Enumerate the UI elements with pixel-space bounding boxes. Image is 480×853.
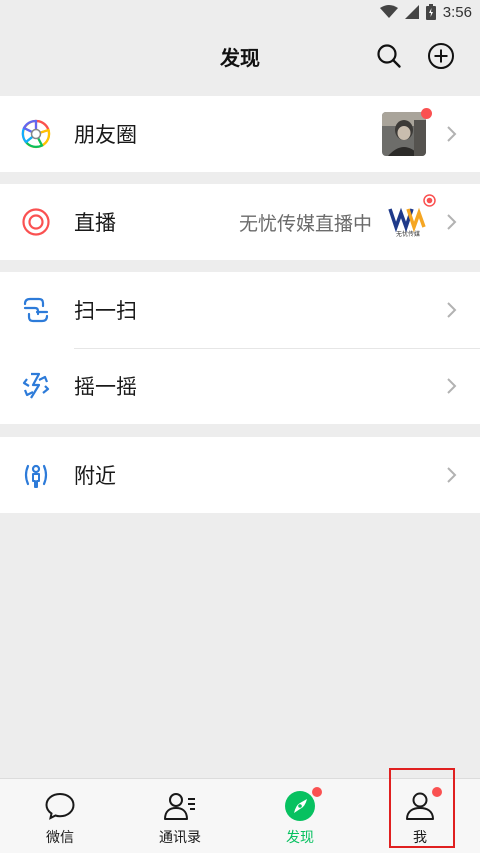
chevron-right-icon [447, 302, 457, 318]
tab-label: 通讯录 [159, 830, 201, 846]
nearby-label: 附近 [74, 464, 116, 488]
chevron-right-icon [447, 378, 457, 394]
chevron-right-icon [447, 467, 457, 483]
wifi-icon [379, 5, 398, 18]
tab-discover[interactable]: 发现 [240, 779, 360, 853]
scan-icon [20, 294, 52, 326]
chevron-right-icon [447, 126, 457, 142]
battery-icon [425, 4, 436, 20]
moments-item[interactable]: 朋友圈 [0, 96, 480, 172]
group-moments: 朋友圈 [0, 96, 480, 172]
group-live: 直播 无忧传媒直播中 无忧传媒 [0, 184, 480, 260]
row-divider [74, 348, 480, 349]
search-icon [377, 44, 401, 68]
status-bar: 3:56 [0, 0, 480, 24]
scan-label: 扫一扫 [74, 299, 137, 323]
tab-label: 发现 [286, 830, 314, 846]
group-nearby: 附近 [0, 437, 480, 513]
live-channel-logo: 无忧传媒 [388, 205, 428, 239]
live-icon [20, 206, 52, 238]
discover-new-dot [312, 787, 322, 797]
shake-label: 摇一摇 [74, 375, 137, 399]
moments-avatar-thumbnail [382, 112, 426, 156]
status-time: 3:56 [442, 3, 472, 21]
tab-label: 微信 [46, 830, 74, 846]
tab-contacts[interactable]: 通讯录 [120, 779, 240, 853]
moments-label: 朋友圈 [74, 123, 137, 147]
highlight-box [389, 768, 455, 848]
header: 发现 [0, 24, 480, 88]
live-item[interactable]: 直播 无忧传媒直播中 无忧传媒 [0, 184, 480, 260]
contacts-icon [163, 789, 197, 823]
live-logo-text: 无忧传媒 [396, 230, 420, 238]
moments-icon [20, 118, 52, 150]
live-status-text: 无忧传媒直播中 [238, 212, 372, 235]
signal-icon [404, 5, 419, 19]
shake-icon [20, 370, 52, 402]
chat-bubble-icon [43, 789, 77, 823]
nearby-item[interactable]: 附近 [0, 437, 480, 513]
plus-circle-icon [428, 43, 454, 69]
scan-item[interactable]: 扫一扫 [0, 272, 480, 348]
live-indicator-icon [423, 194, 436, 207]
shake-item[interactable]: 摇一摇 [0, 348, 480, 424]
tab-chats[interactable]: 微信 [0, 779, 120, 853]
search-button[interactable] [374, 41, 404, 71]
nearby-icon [20, 459, 52, 491]
group-tools: 扫一扫 摇一摇 [0, 272, 480, 424]
moments-new-dot [421, 108, 432, 119]
chevron-right-icon [447, 214, 457, 230]
live-label: 直播 [74, 211, 116, 235]
add-button[interactable] [426, 41, 456, 71]
page-title: 发现 [220, 45, 260, 70]
